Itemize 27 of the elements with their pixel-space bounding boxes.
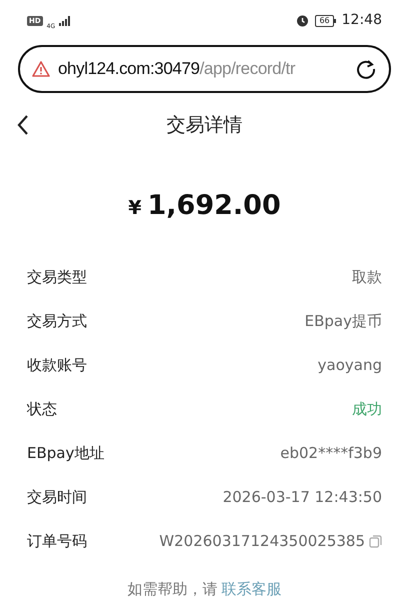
url-text: ohyl124.com:30479/app/record/tr (58, 58, 296, 80)
detail-value: 成功 (352, 399, 382, 420)
back-icon[interactable] (16, 114, 30, 136)
detail-label: 订单号码 (27, 531, 87, 552)
address-bar[interactable]: ohyl124.com:30479/app/record/tr (18, 45, 391, 94)
page-title: 交易详情 (166, 113, 242, 138)
detail-label: EBpay地址 (27, 443, 104, 464)
detail-value: 取款 (352, 267, 382, 288)
signal-icon (59, 16, 72, 26)
alarm-icon (296, 14, 310, 28)
battery-icon: 66 (315, 14, 336, 27)
help-text: 如需帮助，请 (128, 578, 218, 600)
detail-label: 交易类型 (27, 267, 87, 288)
detail-value: eb02****f3b9 (280, 443, 382, 464)
detail-value: 2026-03-17 12:43:50 (222, 487, 382, 508)
amount-value: 1,692.00 (148, 189, 281, 224)
detail-value: W20260317124350025385 (159, 531, 365, 552)
detail-label: 交易方式 (27, 311, 87, 332)
detail-value: EBpay提币 (304, 311, 382, 332)
warning-icon (32, 61, 50, 78)
detail-value: yaoyang (318, 355, 382, 376)
currency-symbol: ¥ (128, 196, 142, 222)
reload-icon[interactable] (355, 58, 377, 80)
clock-time: 12:48 (342, 11, 382, 30)
detail-label: 收款账号 (27, 355, 87, 376)
detail-label: 交易时间 (27, 487, 87, 508)
detail-label: 状态 (27, 399, 57, 420)
